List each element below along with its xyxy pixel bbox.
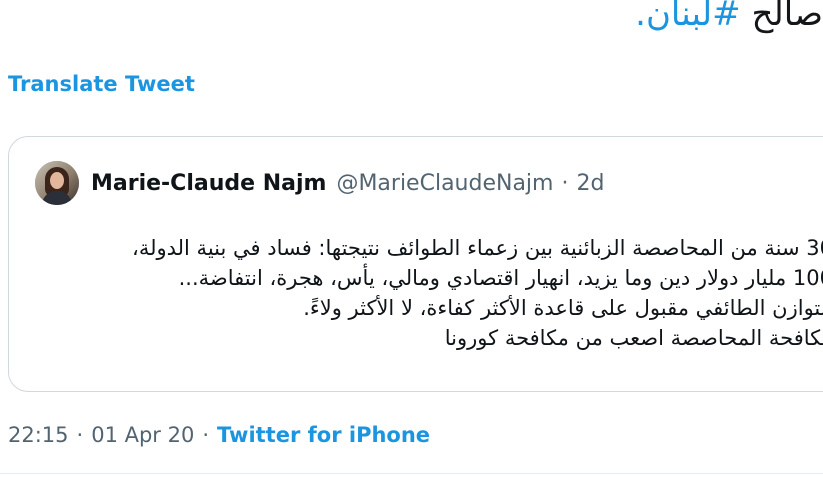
tweet-text-fragment: صالح — [740, 0, 823, 34]
quoted-tweet-card[interactable]: Marie-Claude Najm @MarieClaudeNajm · 2d … — [8, 136, 823, 392]
quoted-tweet-line-1: 30 سنة من المحاصصة الزبائنية بين زعماء ا… — [132, 236, 823, 260]
author-handle[interactable]: @MarieClaudeNajm — [336, 171, 553, 196]
quoted-tweet-line-3: التوازن الطائفي مقبول على قاعدة الأكثر ك… — [303, 296, 823, 320]
tweet-date[interactable]: 01 Apr 20 — [91, 423, 194, 447]
tweet-metadata-row: 22:15 · 01 Apr 20 · Twitter for iPhone — [8, 418, 430, 452]
divider — [0, 473, 823, 474]
avatar[interactable] — [35, 161, 79, 205]
quoted-tweet-text: 30 سنة من المحاصصة الزبائنية بين زعماء ا… — [33, 233, 823, 353]
meta-separator: · — [202, 423, 210, 447]
header-separator: · — [561, 170, 569, 196]
quoted-tweet-line-2: 100 مليار دولار دين وما يزيد، انهيار اقت… — [178, 266, 823, 290]
meta-separator: · — [76, 423, 84, 447]
tweet-source-link[interactable]: Twitter for iPhone — [217, 423, 430, 447]
quoted-tweet-header: Marie-Claude Najm @MarieClaudeNajm · 2d — [35, 161, 604, 205]
hashtag-link[interactable]: #لبنان. — [635, 0, 741, 34]
tweet-text-tail: صالح #لبنان. — [635, 0, 823, 44]
author-display-name[interactable]: Marie-Claude Najm — [91, 171, 326, 196]
translate-tweet-link[interactable]: Translate Tweet — [8, 72, 195, 96]
post-age[interactable]: 2d — [576, 171, 604, 196]
quoted-tweet-line-4: مكافحة المحاصصة اصعب من مكافحة كورونا — [444, 326, 823, 350]
tweet-time[interactable]: 22:15 — [8, 423, 69, 447]
